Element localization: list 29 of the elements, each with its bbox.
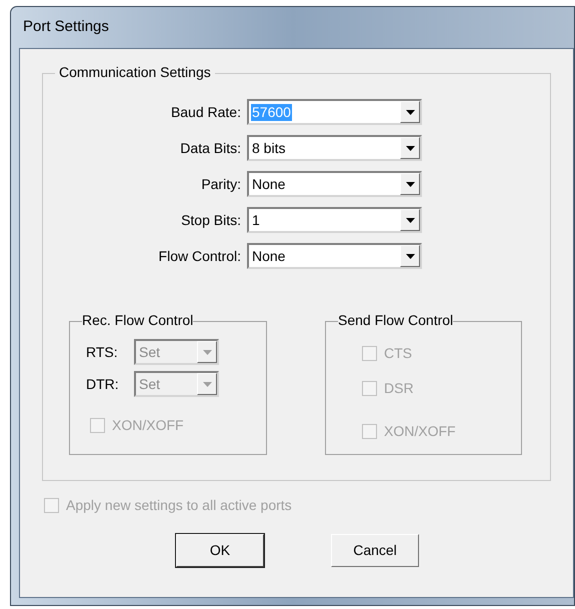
dropdown-value: None — [251, 176, 286, 192]
dropdown[interactable]: 8 bits — [247, 135, 422, 161]
field-label: Stop Bits: — [180, 210, 241, 230]
field-label: DTR: — [86, 374, 120, 394]
checkbox-label: XON/XOFF — [384, 422, 456, 441]
checkbox-label: CTS — [384, 344, 412, 363]
dialog-button[interactable]: OK — [176, 534, 264, 567]
dropdown-value: Set — [138, 376, 162, 392]
field-label: RTS: — [86, 342, 119, 362]
field-label: Flow Control: — [158, 246, 241, 266]
checkbox-label: DSR — [384, 379, 414, 398]
dropdown-value: Set — [138, 344, 162, 360]
field-label: Parity: — [200, 174, 241, 194]
dropdown[interactable]: None — [247, 243, 422, 269]
checkbox-label: XON/XOFF — [112, 416, 184, 435]
group-title: Communication Settings — [59, 64, 211, 80]
dropdown-value: 57600 — [251, 104, 292, 120]
dropdown-value: 8 bits — [251, 140, 286, 156]
dropdown-value: 1 — [251, 212, 261, 228]
dropdown[interactable]: 1 — [247, 207, 422, 233]
window-title: Port Settings — [23, 17, 109, 38]
checkbox-label: Apply new settings to all active ports — [66, 496, 292, 515]
dropdown-value: None — [251, 248, 286, 264]
dropdown[interactable]: None — [247, 171, 422, 197]
field-label: Data Bits: — [179, 138, 241, 158]
dialog-button[interactable]: Cancel — [331, 534, 419, 567]
group-title: Send Flow Control — [338, 312, 454, 328]
field-label: Baud Rate: — [170, 102, 241, 122]
group-title: Rec. Flow Control — [82, 312, 194, 328]
